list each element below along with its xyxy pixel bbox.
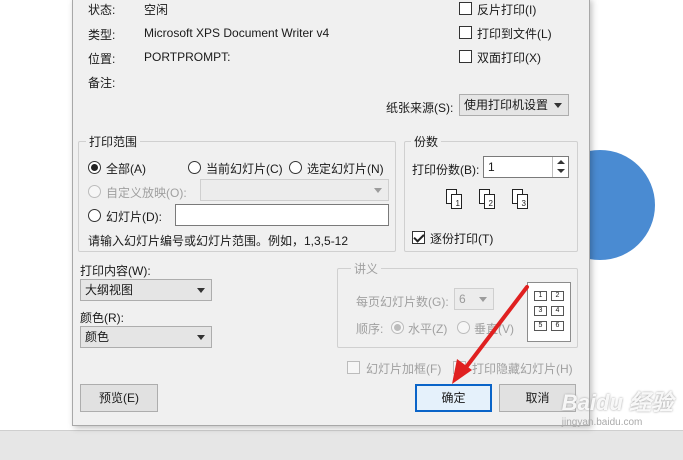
watermark-brand: Baidu 经验 xyxy=(561,390,673,415)
watermark-url: jingyan.baidu.com xyxy=(561,417,643,428)
baidu-watermark: Baidu 经验 jingyan.baidu.com xyxy=(562,385,673,428)
